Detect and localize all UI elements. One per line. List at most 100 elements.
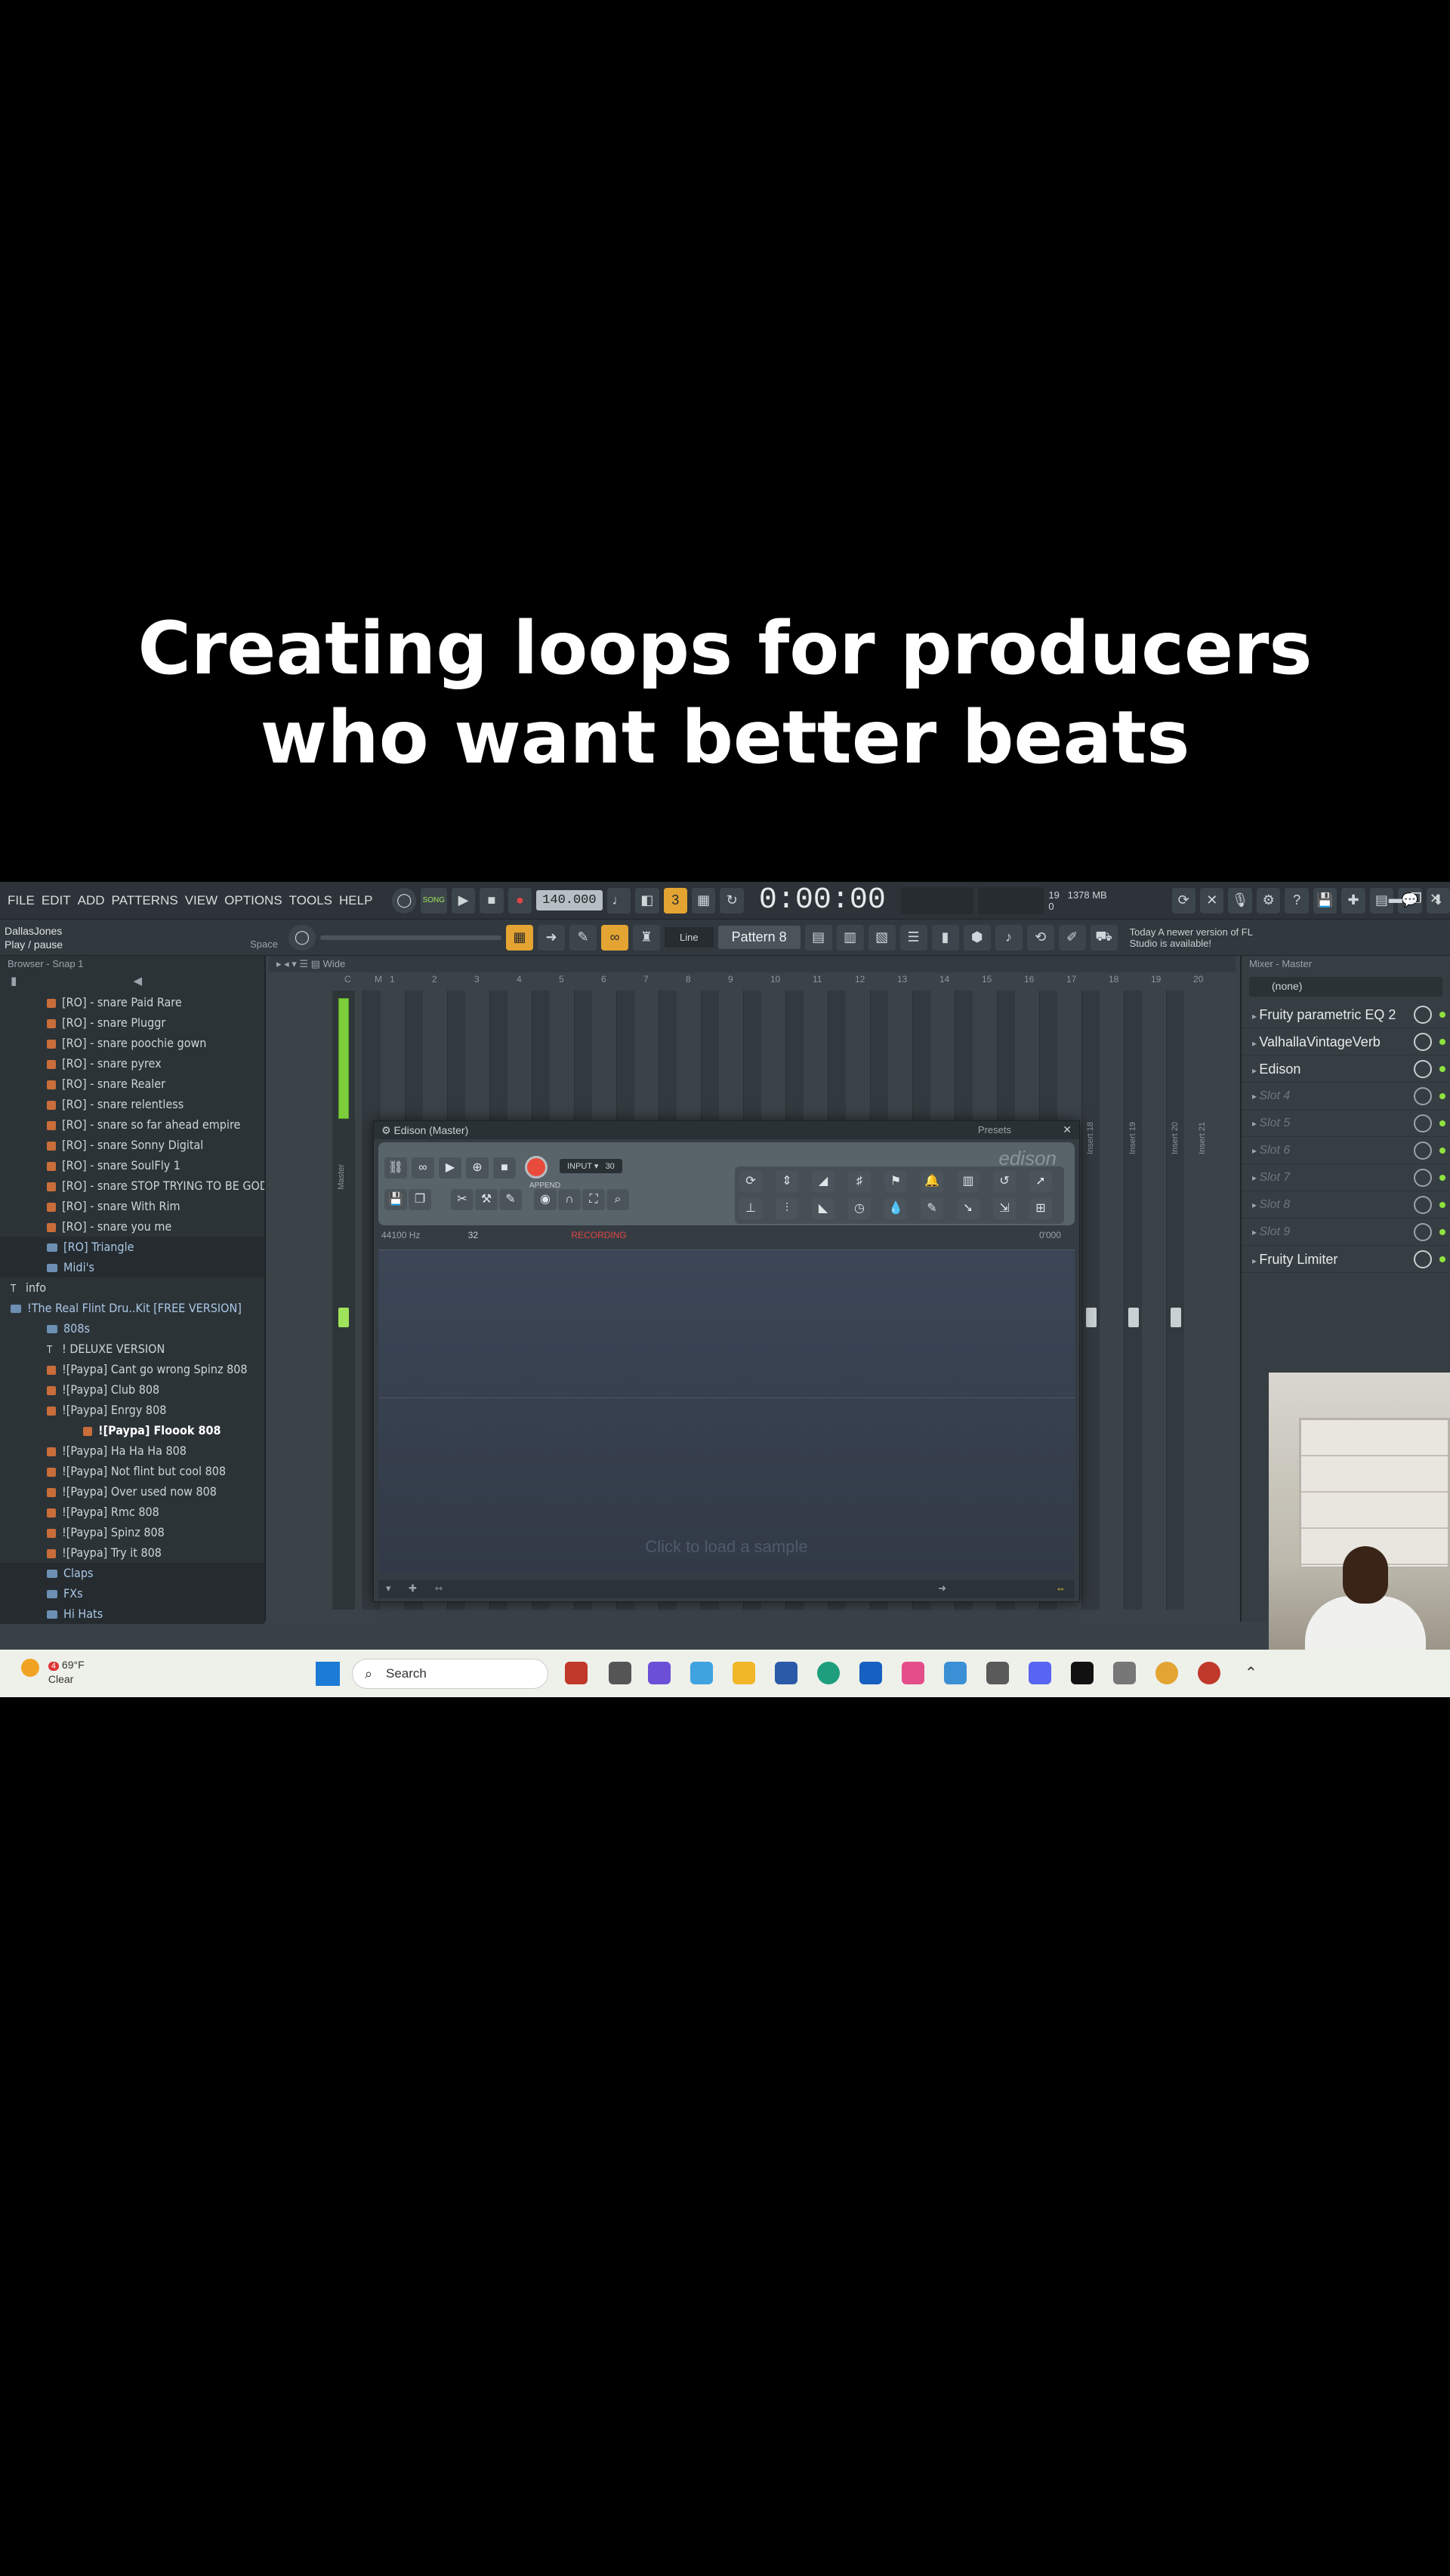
input-select[interactable]: INPUT ▾ 30 — [560, 1159, 622, 1173]
browser-item[interactable]: ![Paypa] Not flint but cool 808 — [0, 1461, 264, 1481]
shop-icon[interactable]: ⛟ — [1090, 924, 1118, 951]
browser-item[interactable]: [RO] - snare SoulFly 1 — [0, 1155, 264, 1176]
fx-slot[interactable]: ▸ Slot 5 — [1242, 1110, 1450, 1137]
record-icon[interactable]: ● — [508, 887, 532, 914]
menu-view[interactable]: VIEW — [185, 893, 218, 908]
chevron-right-icon[interactable]: ▸ — [1252, 1118, 1259, 1129]
browser-item[interactable]: ![Paypa] Spinz 808 — [0, 1522, 264, 1542]
chevron-right-icon[interactable]: ▸ — [1252, 1091, 1259, 1102]
insert-strip[interactable] — [1166, 991, 1184, 1610]
mix-knob-icon[interactable] — [1414, 1033, 1432, 1051]
playlist-window-icon[interactable]: ▤ — [804, 924, 832, 951]
app-icon-7[interactable] — [902, 1662, 924, 1684]
piano-roll-icon[interactable]: ▥ — [836, 924, 864, 951]
browser-item[interactable]: ![Paypa] Try it 808 — [0, 1542, 264, 1563]
slot-enable-led[interactable] — [1439, 1175, 1445, 1181]
mixer-window-icon[interactable]: ☰ — [899, 924, 927, 951]
slot-enable-led[interactable] — [1439, 1093, 1445, 1099]
edit-icon[interactable]: ✐ — [1058, 924, 1086, 951]
reverse-icon[interactable]: ⟳ — [739, 1171, 762, 1192]
song-time[interactable]: 0:00:00 — [759, 883, 886, 917]
brush-icon[interactable]: ✎ — [921, 1198, 943, 1219]
browser-item[interactable]: ![Paypa] Floook 808 — [0, 1420, 264, 1441]
presets-menu[interactable]: Presets — [978, 1124, 1011, 1135]
browser-item[interactable]: [RO] - snare Realer — [0, 1074, 264, 1094]
slot-enable-led[interactable] — [1439, 1256, 1445, 1262]
browser-item[interactable]: ![Paypa] Rmc 808 — [0, 1502, 264, 1522]
browser-item[interactable]: ![Paypa] Enrgy 808 — [0, 1400, 264, 1420]
insert-fader[interactable] — [1086, 1308, 1097, 1327]
master-volume-knob-icon[interactable]: ◯ — [392, 887, 416, 914]
chevron-right-icon[interactable]: ▸ — [1252, 1172, 1259, 1183]
browser-item[interactable]: [RO] - snare relentless — [0, 1094, 264, 1114]
loop-tool-icon[interactable]: ↺ — [993, 1171, 1016, 1192]
eye-icon[interactable]: ◉ — [534, 1189, 557, 1210]
save-icon[interactable]: 💾 — [384, 1189, 407, 1210]
menu-patterns[interactable]: PATTERNS — [112, 893, 178, 908]
tune-icon[interactable]: ♯ — [848, 1171, 871, 1192]
main-volume-slider[interactable] — [320, 935, 501, 940]
link-icon[interactable]: ⛓ — [384, 1157, 407, 1179]
browser-folder[interactable]: Claps — [0, 1563, 264, 1583]
app-icon-4[interactable] — [690, 1662, 713, 1684]
mix-knob-icon[interactable] — [1414, 1142, 1432, 1160]
record-button[interactable] — [525, 1156, 548, 1179]
plus-icon[interactable]: ✚ — [409, 1582, 417, 1594]
normalize-icon[interactable]: ⇕ — [776, 1171, 798, 1192]
bit-depth[interactable]: 32 — [468, 1230, 478, 1240]
mix-knob-icon[interactable] — [1414, 1223, 1432, 1241]
pattern-selector[interactable]: Pattern 8 — [717, 926, 801, 949]
fx-slot[interactable]: ▸ Fruity Limiter — [1242, 1246, 1450, 1273]
master-strip[interactable]: Master — [332, 991, 355, 1610]
cut-icon[interactable]: ✂ — [451, 1189, 474, 1210]
weather-widget[interactable]: 4 69°F Clear — [21, 1659, 85, 1686]
chevron-right-icon[interactable]: ▸ — [1252, 1145, 1259, 1156]
mix-knob-icon[interactable] — [1414, 1114, 1432, 1132]
loop-record-icon[interactable]: ↻ — [720, 887, 744, 914]
browser-folder[interactable]: [RO] Triangle — [0, 1237, 264, 1257]
browser-folder[interactable]: 808s — [0, 1318, 264, 1339]
insert-strip[interactable] — [1081, 991, 1100, 1610]
tempo-display[interactable]: 140.000 — [536, 890, 603, 911]
insert-fader[interactable] — [1128, 1308, 1139, 1327]
crosshair-icon[interactable]: ⊕ — [466, 1157, 489, 1179]
app-icon-9[interactable] — [986, 1662, 1009, 1684]
close-icon[interactable]: ✕ — [1430, 891, 1441, 907]
browser-item[interactable]: ![Paypa] Over used now 808 — [0, 1481, 264, 1502]
insert-strip[interactable] — [1124, 991, 1142, 1610]
start-icon[interactable] — [316, 1662, 340, 1686]
drop-icon[interactable]: 💧 — [884, 1198, 907, 1219]
channel-rack-icon[interactable]: ▧ — [868, 924, 896, 951]
browser-item[interactable]: ![Paypa] Cant go wrong Spinz 808 — [0, 1359, 264, 1379]
mix-knob-icon[interactable] — [1414, 1250, 1432, 1268]
browser-folder[interactable]: Hi Hats — [0, 1604, 264, 1624]
browser-item[interactable]: [RO] - snare you me — [0, 1216, 264, 1237]
browser-folder[interactable]: !The Real Flint Dru..Kit [FREE VERSION] — [0, 1298, 264, 1318]
chevron-up-icon[interactable]: ⌃ — [1245, 1663, 1257, 1682]
search-box[interactable]: ⌕ Search — [352, 1659, 548, 1689]
link-icon[interactable]: ∞ — [601, 924, 628, 951]
fx-slot[interactable]: ▸ ValhallaVintageVerb — [1242, 1028, 1450, 1055]
browser-item[interactable]: ![Paypa] Ha Ha Ha 808 — [0, 1441, 264, 1461]
arrow-icon[interactable]: ➜ — [538, 924, 565, 951]
browser-item[interactable]: [RO] - snare Sonny Digital — [0, 1135, 264, 1155]
magnet-icon[interactable]: ∩ — [558, 1189, 581, 1210]
stop-icon[interactable]: ■ — [480, 887, 504, 914]
fx-slot[interactable]: ▸ Edison — [1242, 1055, 1450, 1083]
zoom-icon[interactable]: ⌕ — [606, 1189, 629, 1210]
fx-slot[interactable]: ▸ Slot 9 — [1242, 1219, 1450, 1246]
app-icon-11[interactable] — [1198, 1662, 1220, 1684]
menu-file[interactable]: FILE — [8, 893, 35, 908]
play-icon[interactable]: ▶ — [439, 1157, 461, 1179]
browser-item[interactable]: Tinfo — [0, 1277, 264, 1298]
fit-icon[interactable]: ⛶ — [582, 1189, 605, 1210]
folder-app-icon[interactable] — [733, 1662, 755, 1684]
microphone-icon[interactable]: 🎙 — [1228, 887, 1252, 914]
metronome-icon[interactable]: ♩ — [606, 887, 631, 914]
pointer-icon[interactable]: ➘ — [957, 1198, 980, 1219]
speaker-icon[interactable]: ◀ — [133, 975, 142, 988]
mix-knob-icon[interactable] — [1414, 1169, 1432, 1187]
mix-knob-icon[interactable] — [1414, 1060, 1432, 1078]
pen-icon[interactable]: ✎ — [499, 1189, 522, 1210]
edge-icon[interactable] — [817, 1662, 840, 1684]
